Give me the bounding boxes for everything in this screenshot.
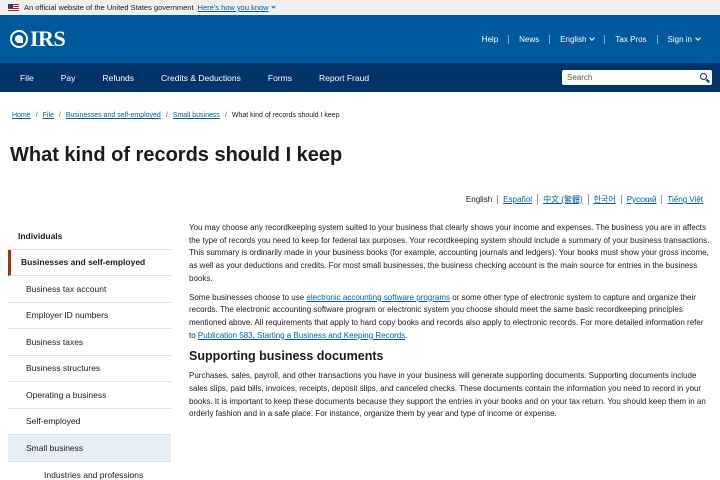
sidebar-item-business-structures[interactable]: Business structures [8, 356, 171, 382]
logo-text: IRS [30, 26, 66, 51]
sign-in-dropdown[interactable]: Sign in [656, 34, 710, 44]
lang-korean[interactable]: 한국어 [587, 194, 621, 205]
sign-in-label: Sign in [667, 34, 692, 44]
chevron-down-icon [695, 35, 701, 41]
breadcrumb: Home / File / Businesses and self-employ… [12, 112, 340, 119]
lang-russian[interactable]: Русский [620, 195, 662, 204]
lang-spanish[interactable]: Español [497, 195, 537, 204]
eagle-icon [10, 30, 28, 48]
nav-credits-deductions[interactable]: Credits & Deductions [161, 73, 241, 83]
tax-pros-link[interactable]: Tax Pros [604, 34, 656, 44]
tax-pros-label: Tax Pros [615, 34, 647, 44]
site-header: IRS Help News English Tax Pros Sign in [0, 15, 720, 63]
breadcrumb-home[interactable]: Home [12, 112, 31, 119]
search-icon[interactable] [700, 73, 707, 80]
paragraph-text: Some businesses choose to use [189, 292, 307, 302]
sidebar-item-business-tax-account[interactable]: Business tax account [8, 276, 171, 303]
sidebar-item-self-employed[interactable]: Self-employed [8, 409, 171, 435]
news-link[interactable]: News [508, 34, 549, 44]
heres-how-you-know-link[interactable]: Here's how you know [198, 3, 269, 12]
sidebar-item-industries[interactable]: Industries and professions [8, 462, 171, 480]
breadcrumb-current: What kind of records should I keep [231, 112, 340, 119]
electronic-software-link[interactable]: electronic accounting software programs [306, 293, 450, 302]
sidebar-item-operating-business[interactable]: Operating a business [8, 382, 171, 409]
breadcrumb-separator: / [35, 112, 38, 119]
gov-banner-text: An official website of the United States… [24, 3, 194, 12]
paragraph-intro: You may choose any recordkeeping system … [189, 223, 710, 283]
page-title: What kind of records should I keep [10, 144, 343, 166]
sidebar-item-businesses[interactable]: Businesses and self-employed [8, 249, 171, 276]
breadcrumb-small-business[interactable]: Small business [173, 112, 220, 119]
chevron-down-icon [270, 4, 276, 9]
sidebar-item-business-taxes[interactable]: Business taxes [8, 329, 171, 356]
language-bar: English Español 中文 (繁體) 한국어 Русский Tiến… [461, 194, 708, 205]
sidebar-item-employer-id[interactable]: Employer ID numbers [8, 303, 171, 329]
breadcrumb-separator: / [165, 112, 168, 119]
main-nav: File Pay Refunds Credits & Deductions Fo… [0, 63, 720, 92]
nav-pay[interactable]: Pay [61, 73, 76, 83]
search-input[interactable] [567, 73, 687, 82]
section-heading: Supporting business documents [189, 349, 384, 364]
language-dropdown[interactable]: English [549, 34, 604, 44]
help-link[interactable]: Help [472, 35, 508, 44]
sidebar-item-small-business[interactable]: Small business [8, 435, 171, 462]
breadcrumb-separator: / [224, 112, 227, 119]
nav-forms[interactable]: Forms [268, 73, 292, 83]
search-box [562, 70, 712, 85]
main-content: You may choose any recordkeeping system … [189, 222, 710, 427]
sidebar-nav: Individuals Businesses and self-employed… [8, 223, 171, 480]
paragraph-text: . [405, 330, 408, 340]
lang-vietnamese[interactable]: Tiếng Việt [661, 195, 708, 204]
sidebar-item-individuals[interactable]: Individuals [8, 223, 171, 250]
breadcrumb-businesses[interactable]: Businesses and self-employed [66, 112, 161, 119]
lang-chinese[interactable]: 中文 (繁體) [537, 194, 588, 205]
irs-logo[interactable]: IRS [10, 26, 66, 52]
chevron-down-icon [589, 35, 596, 41]
nav-refunds[interactable]: Refunds [102, 73, 134, 83]
nav-file[interactable]: File [20, 73, 34, 83]
breadcrumb-file[interactable]: File [43, 112, 54, 119]
help-label: Help [481, 34, 499, 44]
lang-english: English [465, 195, 493, 204]
news-label: News [519, 34, 540, 44]
paragraph-supporting-docs: Purchases, sales, payroll, and other tra… [189, 371, 706, 419]
us-flag-icon [8, 4, 19, 11]
publication-583-link[interactable]: Publication 583, Starting a Business and… [198, 331, 405, 340]
paragraph-electronic: Some businesses choose to use electronic… [189, 292, 710, 343]
nav-report-fraud[interactable]: Report Fraud [319, 73, 369, 83]
gov-banner: An official website of the United States… [0, 0, 720, 15]
breadcrumb-separator: / [58, 112, 61, 119]
language-label: English [560, 34, 587, 44]
utility-nav: Help News English Tax Pros Sign in [472, 34, 710, 44]
